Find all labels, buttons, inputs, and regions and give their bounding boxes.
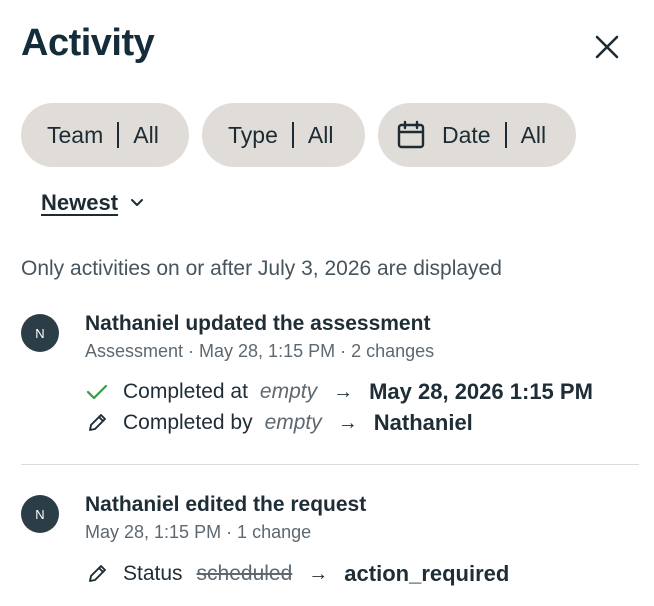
page-title: Activity: [21, 22, 155, 64]
arrow-icon: →: [333, 380, 354, 403]
avatar: N: [21, 314, 59, 352]
activity-meta: Assessment · May 28, 1:15 PM · 2 changes: [85, 341, 435, 361]
team-filter-value: All: [133, 121, 159, 148]
chevron-down-icon: [131, 199, 144, 206]
change-row: Completed at empty → May 28, 2026 1:15 P…: [85, 379, 593, 405]
pill-divider: [504, 122, 507, 148]
date-filter-notice: Only activities on or after July 3, 2026…: [21, 257, 502, 280]
team-filter-label: Team: [47, 121, 104, 148]
change-row: Status scheduled → action_required: [85, 561, 509, 587]
date-filter-label: Date: [442, 121, 491, 148]
change-row: Completed by empty → Nathaniel: [85, 410, 473, 436]
pill-divider: [117, 122, 120, 148]
check-icon: [85, 380, 109, 404]
close-icon: [595, 35, 619, 59]
pencil-icon: [85, 562, 109, 586]
type-filter-label: Type: [228, 121, 278, 148]
close-button[interactable]: [590, 30, 624, 64]
type-filter[interactable]: Type All: [202, 103, 365, 167]
pill-divider: [291, 122, 294, 148]
team-filter[interactable]: Team All: [21, 103, 189, 167]
change-old-value: scheduled: [196, 562, 293, 585]
sort-label: Newest: [41, 190, 119, 215]
activity-title: Nathaniel updated the assessment: [85, 312, 431, 335]
change-old-value: empty: [259, 380, 318, 403]
type-filter-value: All: [307, 121, 334, 148]
change-field: Completed at: [123, 380, 248, 403]
arrow-icon: →: [308, 562, 329, 585]
pencil-icon: [85, 411, 109, 435]
activity-meta: May 28, 1:15 PM · 1 change: [85, 522, 312, 542]
change-field: Status: [123, 562, 183, 585]
change-field: Completed by: [123, 411, 253, 434]
arrow-icon: →: [337, 411, 358, 434]
avatar: N: [21, 495, 59, 533]
sort-dropdown[interactable]: Newest: [41, 190, 144, 216]
divider: [21, 464, 639, 465]
date-filter-value: All: [520, 121, 547, 148]
change-old-value: empty: [264, 411, 322, 434]
calendar-icon: [396, 120, 426, 150]
change-new-value: May 28, 2026 1:15 PM: [369, 379, 593, 404]
activity-title: Nathaniel edited the request: [85, 493, 367, 516]
change-new-value: action_required: [344, 561, 510, 586]
date-filter[interactable]: Date All: [378, 103, 576, 167]
change-new-value: Nathaniel: [373, 410, 473, 435]
filter-bar: Team All Type All Date All: [21, 103, 576, 167]
